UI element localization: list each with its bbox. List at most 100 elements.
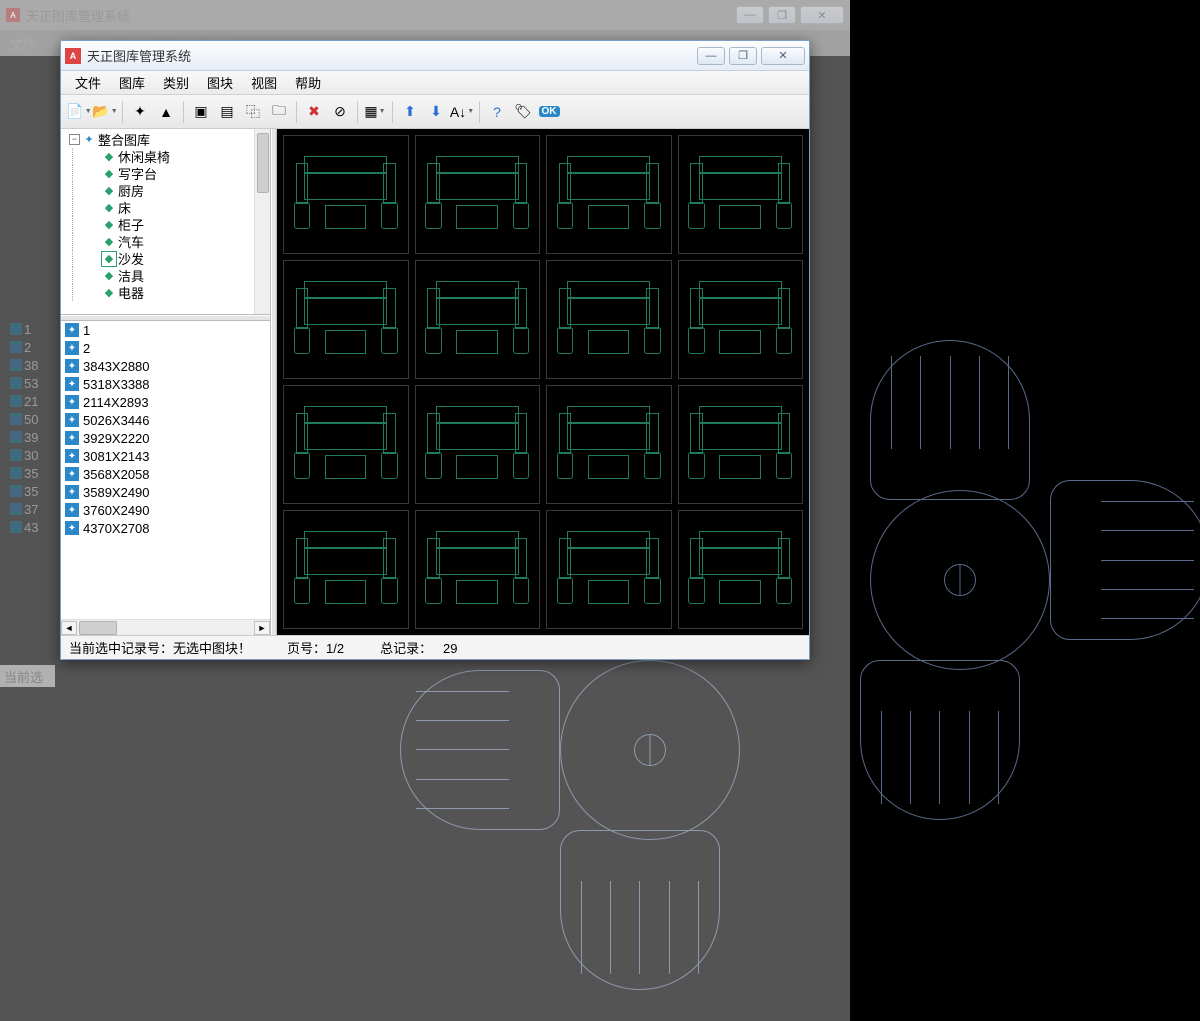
block-icon: ✦ (65, 341, 79, 355)
cad-table (870, 490, 1050, 670)
new-file-icon[interactable]: 📄▼ (67, 100, 91, 124)
tree-item[interactable]: ◆沙发 (63, 250, 268, 267)
category-icon: ◆ (102, 286, 116, 300)
maximize-button[interactable]: ❐ (729, 47, 757, 65)
thumbnail-area (277, 129, 809, 635)
menu-item-0[interactable]: 文件 (67, 71, 109, 94)
tree-item[interactable]: ◆汽车 (63, 233, 268, 250)
scatter-icon[interactable]: ✦ (128, 100, 152, 124)
library-icon: ✦ (82, 133, 96, 147)
arrow-up-icon[interactable]: ⬆ (398, 100, 422, 124)
thumbnail-item[interactable] (678, 385, 804, 504)
size-list-item[interactable]: ✦2 (61, 339, 270, 357)
tree-item[interactable]: ◆柜子 (63, 216, 268, 233)
thumbnail-item[interactable] (678, 510, 804, 629)
thumbnail-item[interactable] (678, 135, 804, 254)
bg-list-item: 38 (10, 356, 55, 374)
category-icon: ◆ (102, 184, 116, 198)
tag-icon[interactable]: 🏷 (511, 100, 535, 124)
close-button[interactable]: ✕ (761, 47, 805, 65)
toolbar-separator (479, 101, 480, 123)
size-list-item[interactable]: ✦3568X2058 (61, 465, 270, 483)
titlebar[interactable]: A 天正图库管理系统 — ❐ ✕ (61, 41, 809, 71)
menu-item-3[interactable]: 图块 (199, 71, 241, 94)
thumbnail-item[interactable] (283, 260, 409, 379)
scroll-left-icon[interactable]: ◄ (61, 621, 77, 635)
minimize-button[interactable]: — (697, 47, 725, 65)
cancel-icon[interactable]: ⊘ (328, 100, 352, 124)
expander-icon[interactable]: − (69, 134, 80, 145)
size-list-item[interactable]: ✦3081X2143 (61, 447, 270, 465)
tree-item[interactable]: ◆休闲桌椅 (63, 148, 268, 165)
bg-list-item: 39 (10, 428, 55, 446)
category-icon: ◆ (102, 218, 116, 232)
size-list[interactable]: ✦1✦2✦3843X2880✦5318X3388✦2114X2893✦5026X… (61, 321, 270, 635)
cad-thumbnail (425, 274, 529, 365)
scroll-right-icon[interactable]: ► (254, 621, 270, 635)
tree-item[interactable]: ◆床 (63, 199, 268, 216)
block-icon: ✦ (65, 395, 79, 409)
thumbnail-item[interactable] (283, 385, 409, 504)
cone-icon[interactable]: ▲ (154, 100, 178, 124)
thumbnail-item[interactable] (678, 260, 804, 379)
sort-az-icon[interactable]: A↓▼ (450, 100, 474, 124)
thumbnail-item[interactable] (415, 385, 541, 504)
tree-scrollbar[interactable] (254, 129, 270, 314)
toolbar-separator (296, 101, 297, 123)
thumbnail-item[interactable] (415, 260, 541, 379)
menu-item-1[interactable]: 图库 (111, 71, 153, 94)
cad-chair (1050, 480, 1200, 640)
tree-item[interactable]: ◆电器 (63, 284, 268, 301)
status-page-value: 1/2 (326, 641, 344, 656)
tree-root[interactable]: −✦整合图库 (63, 131, 268, 148)
thumbnail-item[interactable] (546, 135, 672, 254)
thumbnail-item[interactable] (415, 135, 541, 254)
app-icon: A (65, 48, 81, 64)
arrow-down-icon[interactable]: ⬇ (424, 100, 448, 124)
tree-item[interactable]: ◆写字台 (63, 165, 268, 182)
block-icon: ✦ (65, 449, 79, 463)
size-list-item[interactable]: ✦2114X2893 (61, 393, 270, 411)
layers-icon[interactable]: ▣ (189, 100, 213, 124)
block-icon: ✦ (65, 485, 79, 499)
size-list-item[interactable]: ✦3929X2220 (61, 429, 270, 447)
cad-thumbnail (294, 149, 398, 240)
list-h-scrollbar[interactable]: ◄ ► (61, 619, 270, 635)
thumbnail-item[interactable] (283, 510, 409, 629)
thumbnail-item[interactable] (415, 510, 541, 629)
help-icon[interactable]: ? (485, 100, 509, 124)
size-list-item[interactable]: ✦5318X3388 (61, 375, 270, 393)
size-list-item[interactable]: ✦4370X2708 (61, 519, 270, 537)
ok-icon[interactable]: OK (537, 100, 561, 124)
size-list-item[interactable]: ✦3589X2490 (61, 483, 270, 501)
size-list-item[interactable]: ✦5026X3446 (61, 411, 270, 429)
thumbnail-item[interactable] (283, 135, 409, 254)
menu-item-4[interactable]: 视图 (243, 71, 285, 94)
size-list-item[interactable]: ✦3843X2880 (61, 357, 270, 375)
status-total: 总记录： 29 (380, 638, 457, 657)
category-icon: ◆ (102, 252, 116, 266)
folder-open-icon[interactable]: 🗀 (267, 100, 291, 124)
delete-icon[interactable]: ✖ (302, 100, 326, 124)
tree-item[interactable]: ◆洁具 (63, 267, 268, 284)
toolbar: 📄▼📂▼ ✦▲ ▣▤⿻🗀 ✖⊘ ▦▼ ⬆⬇A↓▼?🏷OK (61, 95, 809, 129)
align-icon[interactable]: ▤ (215, 100, 239, 124)
open-folder-icon[interactable]: 📂▼ (93, 100, 117, 124)
status-selected-value: 无选中图块！ (173, 641, 251, 656)
size-list-item[interactable]: ✦1 (61, 321, 270, 339)
bg-list-item: 35 (10, 482, 55, 500)
thumbnail-item[interactable] (546, 510, 672, 629)
thumbnail-item[interactable] (546, 385, 672, 504)
library-manager-window: A 天正图库管理系统 — ❐ ✕ 文件图库类别图块视图帮助 📄▼📂▼✦▲▣▤⿻🗀… (60, 40, 810, 660)
cad-thumbnail (425, 149, 529, 240)
scroll-thumb[interactable] (79, 621, 117, 635)
size-list-item[interactable]: ✦3760X2490 (61, 501, 270, 519)
copy-icon[interactable]: ⿻ (241, 100, 265, 124)
category-icon: ◆ (102, 167, 116, 181)
menu-item-5[interactable]: 帮助 (287, 71, 329, 94)
thumbnail-item[interactable] (546, 260, 672, 379)
category-tree[interactable]: −✦整合图库◆休闲桌椅◆写字台◆厨房◆床◆柜子◆汽车◆沙发◆洁具◆电器 (61, 129, 270, 315)
menu-item-2[interactable]: 类别 (155, 71, 197, 94)
grid-icon[interactable]: ▦▼ (363, 100, 387, 124)
tree-item[interactable]: ◆厨房 (63, 182, 268, 199)
